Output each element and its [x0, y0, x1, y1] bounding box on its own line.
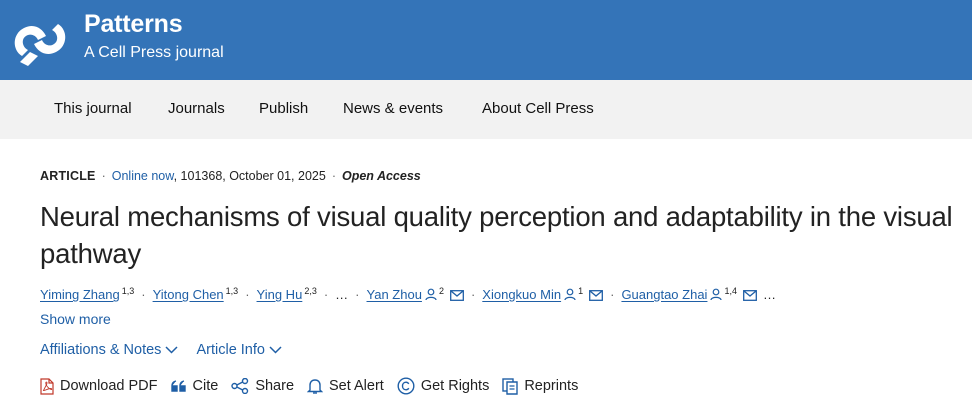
nav-about-cell-press[interactable]: About Cell Press	[482, 100, 594, 117]
reprints-label: Reprints	[524, 378, 579, 394]
affiliation-sup: 1	[578, 286, 584, 296]
person-icon	[425, 288, 437, 301]
author-separator: ·	[323, 287, 329, 302]
bell-icon	[307, 378, 324, 394]
show-more-authors-button[interactable]: Show more	[40, 311, 111, 327]
affiliation-sup: 1,4	[724, 286, 737, 296]
article-info-toggle[interactable]: Article Info	[196, 342, 282, 358]
set-alert-button[interactable]: Set Alert	[307, 378, 384, 395]
nav-news-events[interactable]: News & events	[343, 100, 443, 117]
author-separator: ·	[470, 287, 476, 302]
share-button[interactable]: Share	[231, 378, 294, 394]
article-info-label: Article Info	[196, 342, 265, 358]
article-type: ARTICLE	[40, 169, 96, 183]
article-title: Neural mechanisms of visual quality perc…	[40, 201, 953, 269]
quote-icon	[170, 380, 186, 392]
author-link[interactable]: Ying Hu	[257, 287, 303, 302]
author-link[interactable]: Guangtao Zhai	[621, 287, 707, 302]
patterns-logo[interactable]	[8, 10, 72, 70]
nav-publish[interactable]: Publish	[259, 100, 308, 117]
journal-header: Patterns A Cell Press journal	[0, 0, 972, 80]
publication-details: , 101368, October 01, 2025	[173, 169, 326, 183]
set-alert-label: Set Alert	[329, 378, 384, 394]
online-status-link[interactable]: Online now	[112, 169, 174, 183]
reprints-icon	[502, 377, 519, 395]
author-separator: ·	[610, 287, 615, 302]
authors-ellipsis: …	[335, 287, 349, 302]
meta-separator: ·	[101, 169, 106, 183]
meta-separator: ·	[331, 169, 336, 183]
get-rights-button[interactable]: Get Rights	[397, 377, 490, 395]
author-link[interactable]: Xiongkuo Min	[482, 287, 561, 302]
main-nav: This journal Journals Publish News & eve…	[0, 80, 972, 139]
cite-button[interactable]: Cite	[170, 378, 219, 394]
affiliation-sup: 2,3	[304, 286, 317, 296]
share-icon	[231, 378, 249, 394]
affiliation-sup: 2	[438, 286, 444, 296]
author-separator: ·	[355, 287, 360, 302]
journal-title[interactable]: Patterns	[84, 10, 183, 39]
author-link[interactable]: Yan Zhou	[367, 287, 422, 302]
info-row: Affiliations & Notes Article Info	[40, 342, 282, 358]
mail-icon[interactable]	[743, 290, 757, 301]
pdf-icon	[40, 377, 54, 395]
chevron-down-icon	[165, 346, 178, 354]
copyright-icon	[397, 377, 415, 395]
get-rights-label: Get Rights	[420, 378, 490, 394]
article-actions: Download PDF Cite Share Set Alert Get Ri…	[40, 377, 591, 395]
authors-ellipsis: …	[762, 287, 776, 302]
person-icon	[710, 288, 723, 301]
author-separator: ·	[245, 287, 250, 302]
chevron-down-icon	[269, 346, 282, 354]
author-link[interactable]: Yiming Zhang	[40, 287, 120, 302]
cite-label: Cite	[192, 378, 219, 394]
author-link[interactable]: Yitong Chen	[153, 287, 224, 302]
mail-icon[interactable]	[589, 290, 604, 301]
person-icon	[564, 288, 576, 301]
article-meta: ARTICLE · Online now, 101368, October 01, …	[40, 169, 421, 183]
nav-journals[interactable]: Journals	[168, 100, 225, 117]
nav-this-journal[interactable]: This journal	[54, 100, 132, 117]
author-separator: ·	[141, 287, 146, 302]
download-pdf-label: Download PDF	[60, 378, 158, 394]
reprints-button[interactable]: Reprints	[502, 377, 579, 395]
affiliation-sup: 1,3	[121, 286, 135, 296]
journal-subtitle: A Cell Press journal	[84, 44, 224, 61]
open-access-label: Open Access	[341, 169, 421, 183]
download-pdf-button[interactable]: Download PDF	[40, 377, 158, 395]
mail-icon[interactable]	[450, 290, 464, 301]
share-label: Share	[255, 378, 295, 394]
author-list: Yiming Zhang 1,3 · Yitong Chen 1,3 · Ying Hu 2,…	[40, 286, 965, 302]
affiliations-notes-toggle[interactable]: Affiliations & Notes	[40, 342, 178, 358]
affiliation-sup: 1,3	[225, 286, 239, 296]
affiliations-notes-label: Affiliations & Notes	[40, 342, 162, 358]
